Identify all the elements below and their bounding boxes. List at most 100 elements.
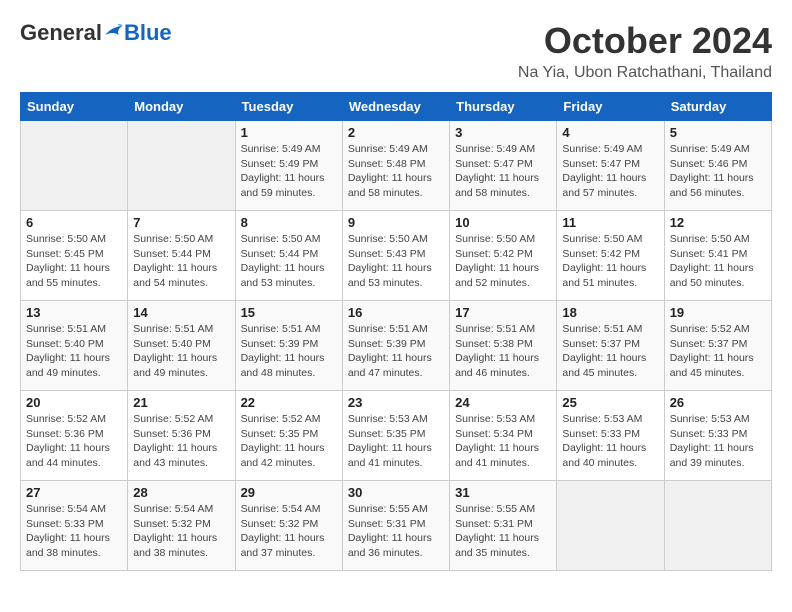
day-number: 10 bbox=[455, 215, 551, 230]
day-detail: Sunrise: 5:52 AM Sunset: 5:36 PM Dayligh… bbox=[26, 412, 122, 471]
logo-blue-text: Blue bbox=[124, 20, 172, 46]
calendar-week-row: 27 Sunrise: 5:54 AM Sunset: 5:33 PM Dayli… bbox=[21, 481, 772, 571]
day-detail: Sunrise: 5:52 AM Sunset: 5:37 PM Dayligh… bbox=[670, 322, 766, 381]
day-detail: Sunrise: 5:54 AM Sunset: 5:33 PM Dayligh… bbox=[26, 502, 122, 561]
day-detail: Sunrise: 5:50 AM Sunset: 5:44 PM Dayligh… bbox=[133, 232, 229, 291]
day-number: 6 bbox=[26, 215, 122, 230]
calendar-cell: 12 Sunrise: 5:50 AM Sunset: 5:41 PM Dayli… bbox=[664, 211, 771, 301]
day-header-saturday: Saturday bbox=[664, 93, 771, 121]
day-detail: Sunrise: 5:53 AM Sunset: 5:35 PM Dayligh… bbox=[348, 412, 444, 471]
calendar-cell: 1 Sunrise: 5:49 AM Sunset: 5:49 PM Daylig… bbox=[235, 121, 342, 211]
day-number: 17 bbox=[455, 305, 551, 320]
day-header-sunday: Sunday bbox=[21, 93, 128, 121]
day-detail: Sunrise: 5:52 AM Sunset: 5:36 PM Dayligh… bbox=[133, 412, 229, 471]
day-header-wednesday: Wednesday bbox=[342, 93, 449, 121]
logo: General Blue bbox=[20, 20, 172, 46]
day-number: 22 bbox=[241, 395, 337, 410]
calendar-cell: 22 Sunrise: 5:52 AM Sunset: 5:35 PM Dayli… bbox=[235, 391, 342, 481]
calendar-week-row: 13 Sunrise: 5:51 AM Sunset: 5:40 PM Dayli… bbox=[21, 301, 772, 391]
day-number: 9 bbox=[348, 215, 444, 230]
day-detail: Sunrise: 5:51 AM Sunset: 5:40 PM Dayligh… bbox=[26, 322, 122, 381]
calendar-cell: 13 Sunrise: 5:51 AM Sunset: 5:40 PM Dayli… bbox=[21, 301, 128, 391]
calendar-week-row: 1 Sunrise: 5:49 AM Sunset: 5:49 PM Daylig… bbox=[21, 121, 772, 211]
calendar-cell bbox=[128, 121, 235, 211]
logo-general-text: General bbox=[20, 20, 102, 46]
calendar-header-row: SundayMondayTuesdayWednesdayThursdayFrid… bbox=[21, 93, 772, 121]
calendar-cell: 30Sunrise: 5:55 AM Sunset: 5:31 PM Dayli… bbox=[342, 481, 449, 571]
calendar-cell: 24 Sunrise: 5:53 AM Sunset: 5:34 PM Dayli… bbox=[450, 391, 557, 481]
calendar-cell bbox=[664, 481, 771, 571]
day-number: 7 bbox=[133, 215, 229, 230]
calendar-cell: 20 Sunrise: 5:52 AM Sunset: 5:36 PM Dayli… bbox=[21, 391, 128, 481]
calendar-week-row: 20 Sunrise: 5:52 AM Sunset: 5:36 PM Dayli… bbox=[21, 391, 772, 481]
day-number: 5 bbox=[670, 125, 766, 140]
day-number: 15 bbox=[241, 305, 337, 320]
day-detail: Sunrise: 5:50 AM Sunset: 5:41 PM Dayligh… bbox=[670, 232, 766, 291]
day-header-thursday: Thursday bbox=[450, 93, 557, 121]
calendar-cell: 14 Sunrise: 5:51 AM Sunset: 5:40 PM Dayli… bbox=[128, 301, 235, 391]
day-number: 2 bbox=[348, 125, 444, 140]
calendar-cell: 19 Sunrise: 5:52 AM Sunset: 5:37 PM Dayli… bbox=[664, 301, 771, 391]
day-number: 13 bbox=[26, 305, 122, 320]
day-number: 27 bbox=[26, 485, 122, 500]
day-number: 25 bbox=[562, 395, 658, 410]
day-detail: Sunrise: 5:52 AM Sunset: 5:35 PM Dayligh… bbox=[241, 412, 337, 471]
calendar-cell: 23Sunrise: 5:53 AM Sunset: 5:35 PM Dayli… bbox=[342, 391, 449, 481]
calendar-cell: 21 Sunrise: 5:52 AM Sunset: 5:36 PM Dayli… bbox=[128, 391, 235, 481]
day-detail: Sunrise: 5:50 AM Sunset: 5:42 PM Dayligh… bbox=[455, 232, 551, 291]
calendar-cell: 11Sunrise: 5:50 AM Sunset: 5:42 PM Dayli… bbox=[557, 211, 664, 301]
day-number: 20 bbox=[26, 395, 122, 410]
day-detail: Sunrise: 5:51 AM Sunset: 5:39 PM Dayligh… bbox=[241, 322, 337, 381]
day-number: 30 bbox=[348, 485, 444, 500]
day-number: 29 bbox=[241, 485, 337, 500]
day-number: 8 bbox=[241, 215, 337, 230]
calendar-cell: 6Sunrise: 5:50 AM Sunset: 5:45 PM Daylig… bbox=[21, 211, 128, 301]
day-header-monday: Monday bbox=[128, 93, 235, 121]
day-number: 1 bbox=[241, 125, 337, 140]
day-detail: Sunrise: 5:50 AM Sunset: 5:43 PM Dayligh… bbox=[348, 232, 444, 291]
day-number: 18 bbox=[562, 305, 658, 320]
day-detail: Sunrise: 5:54 AM Sunset: 5:32 PM Dayligh… bbox=[133, 502, 229, 561]
calendar-cell: 10 Sunrise: 5:50 AM Sunset: 5:42 PM Dayli… bbox=[450, 211, 557, 301]
day-number: 11 bbox=[562, 215, 658, 230]
day-detail: Sunrise: 5:51 AM Sunset: 5:39 PM Dayligh… bbox=[348, 322, 444, 381]
day-number: 26 bbox=[670, 395, 766, 410]
calendar-cell: 3 Sunrise: 5:49 AM Sunset: 5:47 PM Daylig… bbox=[450, 121, 557, 211]
day-detail: Sunrise: 5:49 AM Sunset: 5:47 PM Dayligh… bbox=[455, 142, 551, 201]
day-detail: Sunrise: 5:51 AM Sunset: 5:40 PM Dayligh… bbox=[133, 322, 229, 381]
day-number: 24 bbox=[455, 395, 551, 410]
day-detail: Sunrise: 5:50 AM Sunset: 5:44 PM Dayligh… bbox=[241, 232, 337, 291]
calendar-cell: 27 Sunrise: 5:54 AM Sunset: 5:33 PM Dayli… bbox=[21, 481, 128, 571]
day-number: 31 bbox=[455, 485, 551, 500]
calendar-cell bbox=[557, 481, 664, 571]
day-number: 21 bbox=[133, 395, 229, 410]
day-detail: Sunrise: 5:53 AM Sunset: 5:33 PM Dayligh… bbox=[562, 412, 658, 471]
calendar-cell: 17 Sunrise: 5:51 AM Sunset: 5:38 PM Dayli… bbox=[450, 301, 557, 391]
day-number: 14 bbox=[133, 305, 229, 320]
day-detail: Sunrise: 5:49 AM Sunset: 5:47 PM Dayligh… bbox=[562, 142, 658, 201]
day-number: 3 bbox=[455, 125, 551, 140]
day-number: 12 bbox=[670, 215, 766, 230]
calendar-cell: 7 Sunrise: 5:50 AM Sunset: 5:44 PM Daylig… bbox=[128, 211, 235, 301]
day-detail: Sunrise: 5:55 AM Sunset: 5:31 PM Dayligh… bbox=[455, 502, 551, 561]
title-block: October 2024 Na Yia, Ubon Ratchathani, T… bbox=[518, 20, 772, 82]
calendar-cell: 5Sunrise: 5:49 AM Sunset: 5:46 PM Daylig… bbox=[664, 121, 771, 211]
page-header: General Blue October 2024 Na Yia, Ubon R… bbox=[20, 20, 772, 82]
day-number: 16 bbox=[348, 305, 444, 320]
calendar-cell: 31 Sunrise: 5:55 AM Sunset: 5:31 PM Dayli… bbox=[450, 481, 557, 571]
calendar-cell: 8 Sunrise: 5:50 AM Sunset: 5:44 PM Daylig… bbox=[235, 211, 342, 301]
day-header-tuesday: Tuesday bbox=[235, 93, 342, 121]
calendar-cell: 9 Sunrise: 5:50 AM Sunset: 5:43 PM Daylig… bbox=[342, 211, 449, 301]
calendar-cell: 25 Sunrise: 5:53 AM Sunset: 5:33 PM Dayli… bbox=[557, 391, 664, 481]
day-number: 4 bbox=[562, 125, 658, 140]
day-number: 19 bbox=[670, 305, 766, 320]
calendar-cell: 26Sunrise: 5:53 AM Sunset: 5:33 PM Dayli… bbox=[664, 391, 771, 481]
calendar-cell: 16 Sunrise: 5:51 AM Sunset: 5:39 PM Dayli… bbox=[342, 301, 449, 391]
day-detail: Sunrise: 5:49 AM Sunset: 5:49 PM Dayligh… bbox=[241, 142, 337, 201]
day-number: 28 bbox=[133, 485, 229, 500]
day-detail: Sunrise: 5:51 AM Sunset: 5:38 PM Dayligh… bbox=[455, 322, 551, 381]
calendar-cell: 4 Sunrise: 5:49 AM Sunset: 5:47 PM Daylig… bbox=[557, 121, 664, 211]
calendar-cell: 2Sunrise: 5:49 AM Sunset: 5:48 PM Daylig… bbox=[342, 121, 449, 211]
day-detail: Sunrise: 5:54 AM Sunset: 5:32 PM Dayligh… bbox=[241, 502, 337, 561]
day-detail: Sunrise: 5:53 AM Sunset: 5:34 PM Dayligh… bbox=[455, 412, 551, 471]
